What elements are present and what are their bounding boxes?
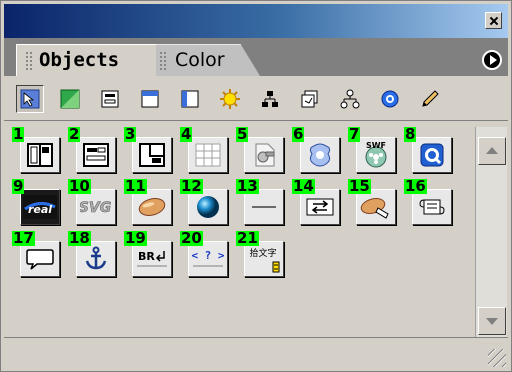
object-button[interactable]: 16	[404, 177, 452, 225]
object-button[interactable]: 15	[348, 177, 396, 225]
object-number: 3	[124, 125, 137, 143]
title-bar[interactable]	[4, 4, 508, 38]
object-number: 13	[236, 177, 259, 195]
object-number: 12	[180, 177, 203, 195]
object-number: 19	[124, 229, 147, 247]
form-object-icon[interactable]	[76, 137, 116, 173]
close-button[interactable]	[485, 12, 502, 29]
table-grid-icon[interactable]	[188, 137, 228, 173]
vertical-scrollbar[interactable]	[475, 127, 507, 345]
layout-icon[interactable]	[176, 85, 204, 113]
status-bar	[4, 337, 508, 369]
tab-color-label: Color	[175, 49, 225, 71]
quicktime-object-icon[interactable]	[412, 137, 452, 173]
object-button[interactable]: 2	[68, 125, 116, 173]
swf-film-icon[interactable]: SWF	[356, 137, 396, 173]
object-number: 8	[404, 125, 417, 143]
ruby-label: 拾文字	[249, 247, 276, 259]
object-button[interactable]: 14	[292, 177, 340, 225]
java-applet-icon[interactable]	[300, 137, 340, 173]
object-button[interactable]: 17	[12, 229, 60, 277]
object-number: 10	[68, 177, 91, 195]
special-sun-icon[interactable]	[216, 85, 244, 113]
object-number: 21	[236, 229, 259, 247]
resize-grip-icon[interactable]	[488, 349, 506, 367]
object-button[interactable]: 19 BR	[124, 229, 172, 277]
object-button[interactable]: 7 SWF	[348, 125, 396, 173]
unknown-tag-label: < ? >	[191, 249, 224, 262]
scroll-down-button[interactable]	[478, 307, 506, 335]
frames-icon[interactable]	[136, 85, 164, 113]
templates-icon[interactable]	[296, 85, 324, 113]
layout-table-icon[interactable]	[20, 137, 60, 173]
pencil-icon[interactable]	[416, 85, 444, 113]
real-label: real	[28, 203, 52, 216]
objects-grid: 1 2 3 4 5 6 7 SWF 8 9 real 10 SVG 11 12 …	[4, 123, 474, 333]
object-button[interactable]: 1	[12, 125, 60, 173]
object-number: 18	[68, 229, 91, 247]
object-button[interactable]: 20 < ? >	[180, 229, 228, 277]
quicktime-icon[interactable]	[376, 85, 404, 113]
object-button[interactable]: 11	[124, 177, 172, 225]
category-bar	[4, 77, 508, 121]
tab-color[interactable]: Color	[152, 44, 260, 76]
object-button[interactable]: 12	[180, 177, 228, 225]
object-number: 20	[180, 229, 203, 247]
object-number: 15	[348, 177, 371, 195]
object-button[interactable]: 13	[236, 177, 284, 225]
object-number: 2	[68, 125, 81, 143]
object-number: 4	[180, 125, 193, 143]
form-icon[interactable]	[96, 85, 124, 113]
real-media-icon[interactable]: real	[20, 189, 60, 225]
layer-frame-icon[interactable]	[132, 137, 172, 173]
br-label: BR	[138, 250, 155, 263]
object-button[interactable]: 6	[292, 125, 340, 173]
object-button[interactable]: 8	[404, 125, 452, 173]
object-button[interactable]: 21 拾文字	[236, 229, 284, 277]
object-button[interactable]: 18	[68, 229, 116, 277]
object-button[interactable]: 3	[124, 125, 172, 173]
common-objects-icon[interactable]	[16, 85, 44, 113]
svg-label: SVG	[80, 200, 111, 216]
scroll-up-button[interactable]	[478, 137, 506, 165]
object-number: 9	[12, 177, 25, 195]
objects-palette-window: Objects Color 1 2 3 4 5 6 7 SWF 8 9 real…	[0, 0, 512, 372]
object-number: 11	[124, 177, 147, 195]
object-button[interactable]: 5	[236, 125, 284, 173]
plugin-icon[interactable]	[244, 137, 284, 173]
grip-icon	[25, 51, 33, 71]
object-button[interactable]: 10 SVG	[68, 177, 116, 225]
swf-label: SWF	[366, 141, 386, 150]
object-number: 17	[12, 229, 35, 247]
object-number: 16	[404, 177, 427, 195]
object-number: 5	[236, 125, 249, 143]
site-map-icon[interactable]	[256, 85, 284, 113]
tab-objects[interactable]: Objects	[16, 44, 156, 76]
tab-strip: Objects Color	[4, 38, 508, 76]
palette-options-button[interactable]	[482, 50, 502, 70]
object-number: 14	[292, 177, 315, 195]
object-number: 6	[292, 125, 305, 143]
hierarchy-icon[interactable]	[336, 85, 364, 113]
object-button[interactable]: 9 real	[12, 177, 60, 225]
object-number: 7	[348, 125, 361, 143]
tab-objects-label: Objects	[39, 49, 120, 71]
object-button[interactable]: 4	[180, 125, 228, 173]
object-number: 1	[12, 125, 25, 143]
image-icon[interactable]	[56, 85, 84, 113]
grip-icon	[159, 51, 167, 71]
